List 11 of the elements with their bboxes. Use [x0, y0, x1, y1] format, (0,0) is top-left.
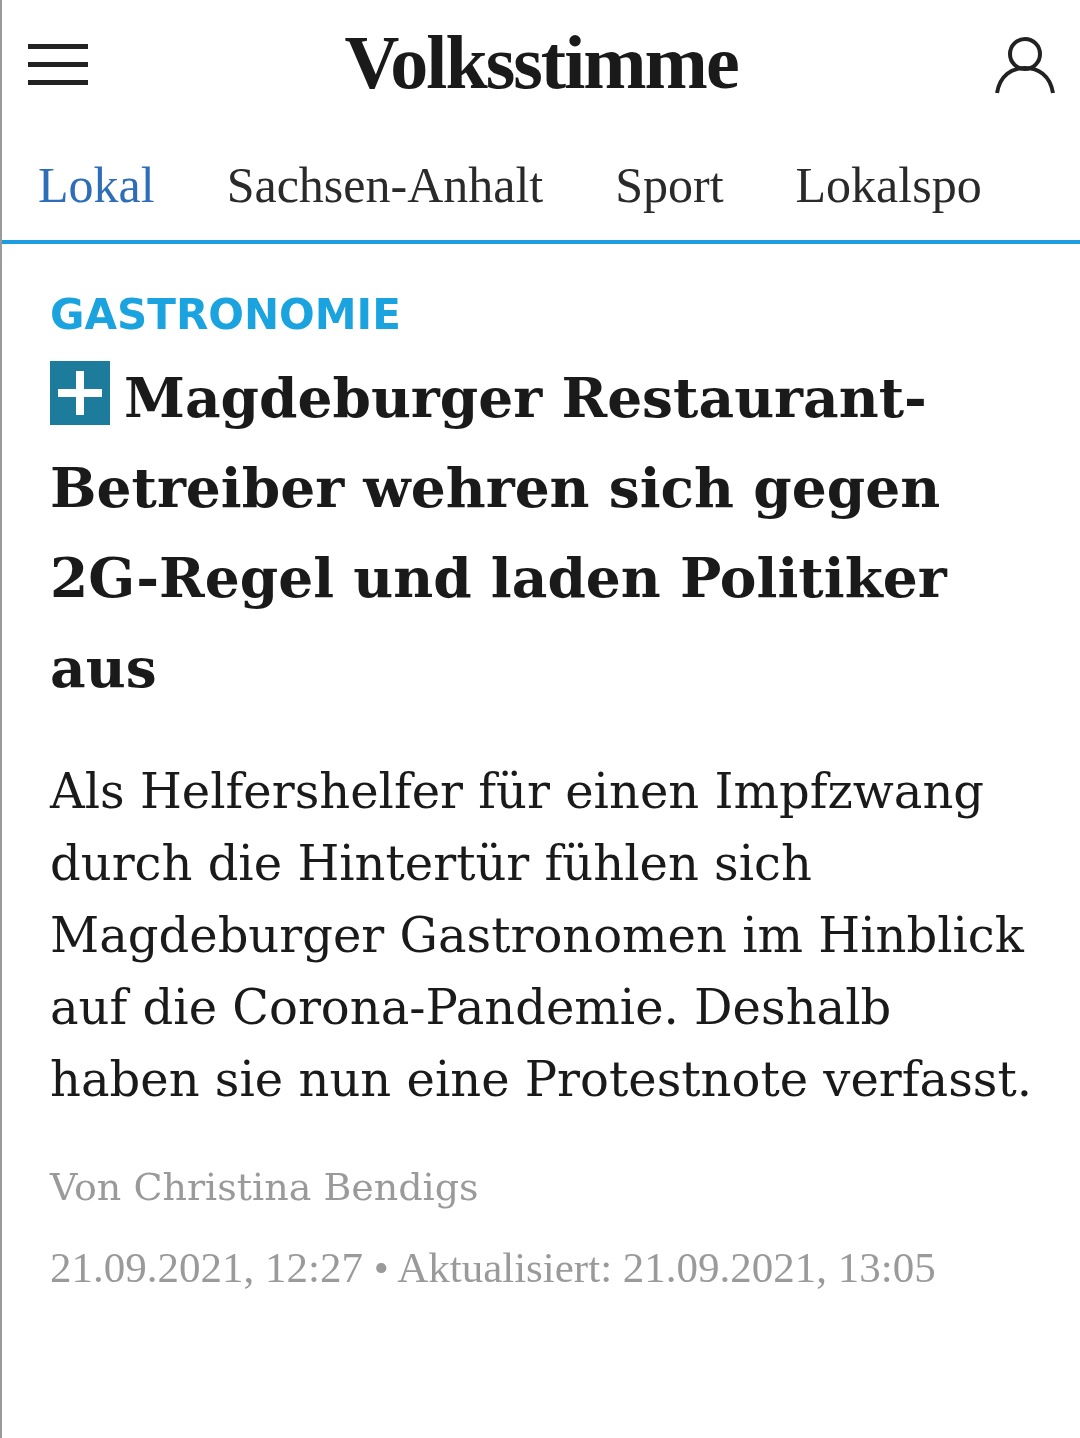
nav-tab[interactable]: Lokalspo	[795, 156, 982, 214]
headline: Magdeburger Restaurant-Betreiber wehren sich gegen 2G-Regel und laden Politiker aus	[50, 365, 947, 700]
lead-paragraph: Als Helfershelfer für einen Impfzwang durch die Hintertür fühlen sich Magdeburger Gastronomen im Hinblick auf die Corona-Pandemie. Deshalb haben sie nun eine Protestnote verfasst.	[50, 762, 1032, 1109]
menu-icon[interactable]	[28, 42, 88, 88]
site-logo[interactable]: Volksstimme	[344, 18, 738, 106]
nav-tab[interactable]: Sachsen-Anhalt	[226, 156, 544, 214]
publish-date: 21.09.2021, 12:27 • Aktualisiert: 21.09.2021, 13:05	[50, 1243, 937, 1292]
user-icon[interactable]	[994, 35, 1056, 95]
author-byline: Von Christina Bendigs	[50, 1165, 480, 1209]
nav-tab[interactable]: Lokal	[38, 156, 155, 214]
nav-tab[interactable]: Sport	[615, 156, 724, 214]
